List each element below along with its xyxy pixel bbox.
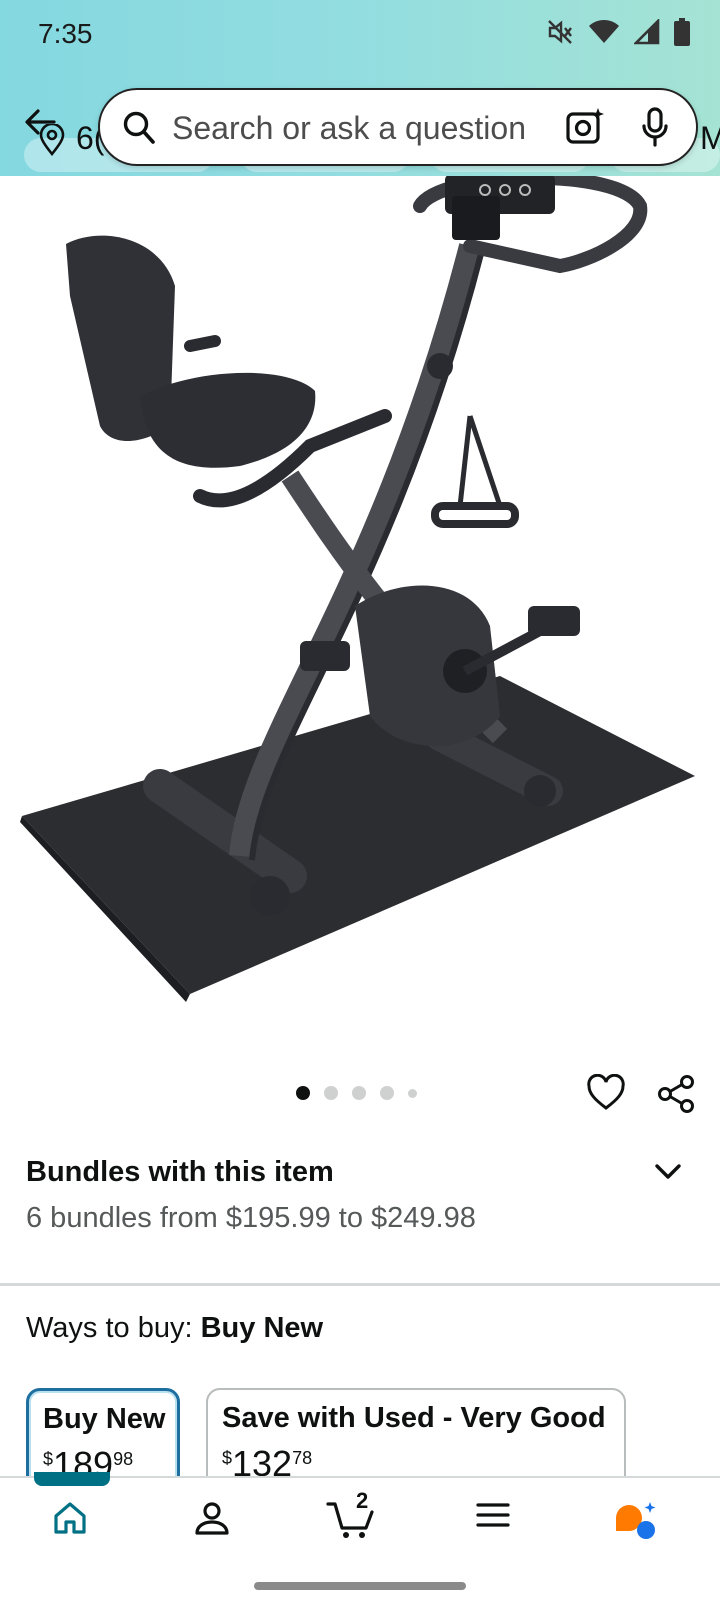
search-icon (123, 111, 155, 144)
rufus-assistant-icon[interactable] (612, 1500, 658, 1540)
price-currency: $ (222, 1448, 233, 1468)
signal-icon (634, 19, 660, 45)
status-icons (546, 18, 690, 46)
bundles-subtitle: 6 bundles from $195.99 to $249.98 (26, 1202, 476, 1234)
buy-option-title: Save with Used - Very Good (222, 1402, 606, 1434)
status-time: 7:35 (38, 18, 93, 49)
cart-icon[interactable] (326, 1500, 376, 1540)
status-bar: 7:35 (0, 0, 720, 72)
carousel-dot[interactable] (380, 1086, 394, 1100)
mute-icon (548, 20, 572, 44)
price-currency: $ (43, 1449, 54, 1469)
carousel-dot[interactable] (408, 1088, 417, 1098)
price-fraction: 98 (113, 1449, 134, 1469)
chevron-down-icon[interactable] (654, 1162, 682, 1182)
wifi-icon (589, 20, 619, 43)
ways-to-buy-label: Ways to buy: (26, 1312, 193, 1344)
search-input[interactable]: Search or ask a question (172, 110, 526, 147)
price-fraction: 78 (292, 1448, 313, 1468)
buy-option-title: Buy New (43, 1403, 166, 1435)
location-pin-icon (39, 124, 65, 156)
bundles-section[interactable]: Bundles with this item 6 bundles from $1… (0, 1146, 720, 1286)
product-image[interactable] (0, 176, 720, 1036)
camera-lens-icon[interactable] (564, 106, 606, 148)
subnav-clipped-label[interactable]: M (700, 120, 720, 157)
active-tab-indicator (34, 1472, 110, 1486)
carousel-dot[interactable] (352, 1086, 366, 1100)
menu-icon[interactable] (476, 1500, 510, 1530)
ways-to-buy-selected: Buy New (200, 1312, 324, 1344)
home-icon[interactable] (52, 1500, 88, 1536)
cart-count-badge: 2 (356, 1488, 369, 1513)
image-carousel-dots[interactable] (296, 1086, 417, 1100)
search-bar[interactable]: Search or ask a question (98, 88, 698, 166)
header: 7:35 6( M Search or ask a question (0, 0, 720, 176)
heart-icon[interactable] (586, 1074, 626, 1112)
share-icon[interactable] (656, 1074, 696, 1114)
account-icon[interactable] (194, 1500, 230, 1536)
battery-icon (674, 18, 690, 46)
microphone-icon[interactable] (640, 106, 670, 148)
gesture-home-indicator[interactable] (254, 1582, 466, 1590)
carousel-dot[interactable] (324, 1086, 338, 1100)
bundles-title: Bundles with this item (26, 1156, 334, 1188)
ways-to-buy-heading: Ways to buy: Buy New (26, 1312, 323, 1345)
carousel-dot[interactable] (296, 1086, 310, 1100)
